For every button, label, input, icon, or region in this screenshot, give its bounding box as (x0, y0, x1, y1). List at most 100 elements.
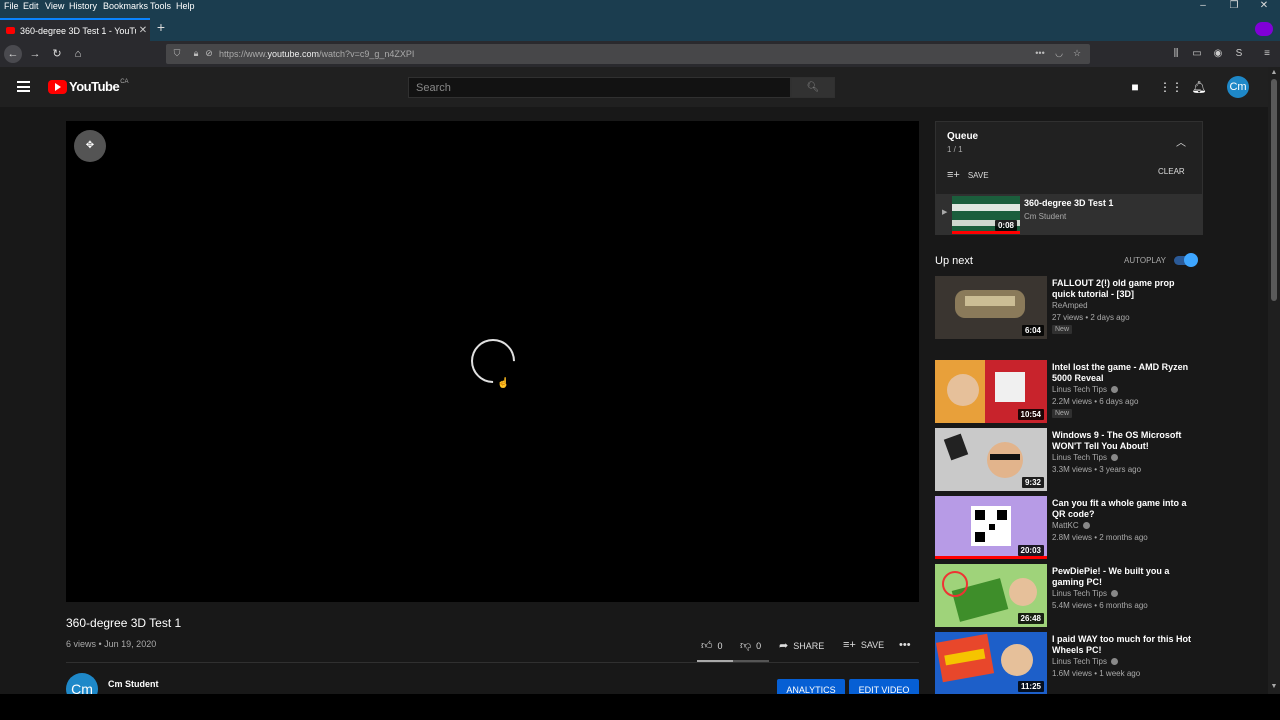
scroll-up-icon[interactable]: ▲ (1268, 69, 1280, 76)
bookmark-star-icon[interactable]: ☆ (1072, 48, 1082, 59)
verified-icon (1111, 454, 1118, 462)
url-text[interactable]: https://www.youtube.com/watch?v=c9_g_n4Z… (219, 49, 414, 59)
new-badge: New (1052, 325, 1073, 334)
search-input[interactable]: Search (408, 77, 791, 98)
share-button[interactable]: ➦ SHARE (779, 639, 824, 652)
playlist-add-icon: ≡+ (843, 639, 856, 651)
new-tab-button[interactable]: + (153, 19, 169, 39)
close-window-icon[interactable]: ✕ (1254, 0, 1274, 11)
queue-title: Queue (947, 131, 979, 142)
queue-panel: Queue 1 / 1 ︿ ≡+ SAVE CLEAR ▶ 0:08 360-de… (935, 121, 1203, 235)
edit-video-button[interactable]: EDIT VIDEO (849, 679, 919, 694)
lock-icon[interactable]: 🔒︎ (191, 48, 201, 59)
masthead: YouTube CA Search 🔍︎ ■ ⋮⋮ 🔔︎ Cm (0, 67, 1268, 107)
reload-icon[interactable]: ↻ (48, 45, 66, 63)
back-arrow-icon[interactable]: ← (4, 45, 22, 63)
thumbs-up-icon: 👍︎ (701, 640, 713, 652)
menu-help[interactable]: Help (176, 1, 195, 11)
tab-title: 360-degree 3D Test 1 - YouTube (20, 25, 136, 36)
verified-icon (1111, 658, 1118, 666)
more-actions-button[interactable]: ••• (899, 639, 916, 651)
scroll-down-icon[interactable]: ▼ (1268, 683, 1280, 690)
queue-item-thumbnail[interactable]: 0:08 (952, 196, 1020, 234)
minimize-icon[interactable]: – (1193, 0, 1213, 11)
library-icon[interactable]: ⫼ (1169, 47, 1183, 61)
page-actions-icon[interactable]: ••• (1035, 48, 1045, 59)
home-icon[interactable]: ⌂ (69, 45, 87, 63)
create-video-icon[interactable]: ■ (1127, 79, 1143, 95)
list-item[interactable]: 9:32 Windows 9 - The OS Microsoft WON'T … (935, 428, 1203, 492)
queue-clear-button[interactable]: CLEAR (1158, 167, 1185, 176)
analytics-button[interactable]: ANALYTICS (777, 679, 845, 694)
forward-arrow-icon[interactable]: → (26, 45, 44, 63)
menu-view[interactable]: View (45, 1, 64, 11)
autoplay-blocked-icon[interactable]: ⊘ (204, 48, 214, 59)
shield-icon[interactable]: ⛉ (172, 48, 182, 59)
video-thumbnail[interactable]: 26:48 (935, 564, 1047, 627)
private-browsing-icon (1255, 22, 1273, 36)
browser-tab[interactable]: 360-degree 3D Test 1 - YouTube ✕ (0, 18, 150, 41)
list-item[interactable]: 26:48 PewDiePie! - We built you a gaming… (935, 564, 1203, 628)
video-player[interactable]: ✥ ☝ (66, 121, 919, 602)
menu-tools[interactable]: Tools (150, 1, 171, 11)
channel-name[interactable]: Cm Student (108, 679, 159, 689)
notifications-bell-icon[interactable]: 🔔︎ (1191, 79, 1207, 95)
queue-item-title: 360-degree 3D Test 1 (1024, 198, 1114, 208)
avatar[interactable]: Cm (1227, 76, 1249, 98)
queue-save-button[interactable]: ≡+ SAVE (947, 169, 989, 181)
menu-bookmarks[interactable]: Bookmarks (103, 1, 148, 11)
list-item[interactable]: 20:03 Can you fit a whole game into a QR… (935, 496, 1203, 560)
save-button[interactable]: ≡+ SAVE (843, 639, 884, 651)
youtube-page: YouTube CA Search 🔍︎ ■ ⋮⋮ 🔔︎ Cm ✥ ☝ 360-… (0, 67, 1268, 694)
url-bar[interactable]: ⛉ 🔒︎ ⊘ https://www.youtube.com/watch?v=c… (166, 44, 1090, 64)
video-thumbnail[interactable]: 20:03 (935, 496, 1047, 559)
video-thumbnail[interactable]: 10:54 (935, 360, 1047, 423)
maximize-icon[interactable]: ❐ (1224, 0, 1244, 11)
autoplay-label: AUTOPLAY (1124, 256, 1166, 265)
page-scrollbar[interactable]: ▲ ▼ (1268, 67, 1280, 694)
queue-item[interactable]: ▶ 0:08 360-degree 3D Test 1 Cm Student (936, 194, 1202, 234)
up-next-label: Up next (935, 255, 973, 267)
scrollbar-thumb[interactable] (1271, 79, 1277, 301)
apps-grid-icon[interactable]: ⋮⋮ (1159, 79, 1183, 95)
playlist-add-icon: ≡+ (947, 169, 960, 181)
hand-cursor-icon: ☝ (497, 378, 510, 389)
video-title: 360-degree 3D Test 1 (66, 616, 182, 630)
thumbs-down-icon: 👎︎ (740, 640, 752, 652)
sidebar-icon[interactable]: ▭ (1190, 47, 1204, 61)
loading-spinner (461, 329, 525, 393)
duration-badge: 0:08 (994, 220, 1017, 231)
app-menu-icon[interactable]: ≡ (1260, 47, 1274, 61)
queue-item-channel: Cm Student (1024, 212, 1067, 221)
autoplay-toggle[interactable] (1174, 253, 1198, 267)
account-icon[interactable]: ◉ (1211, 47, 1225, 61)
video-thumbnail[interactable]: 6:04 (935, 276, 1047, 339)
new-badge: New (1052, 409, 1073, 418)
menu-history[interactable]: History (69, 1, 97, 11)
spherical-control-icon[interactable]: ✥ (74, 130, 106, 162)
guide-menu-icon[interactable] (17, 81, 30, 92)
video-thumbnail[interactable]: 9:32 (935, 428, 1047, 491)
menu-edit[interactable]: Edit (23, 1, 39, 11)
verified-icon (1111, 590, 1118, 598)
share-arrow-icon: ➦ (779, 640, 789, 652)
youtube-favicon-icon (6, 27, 15, 34)
list-item[interactable]: 10:54 Intel lost the game - AMD Ryzen 50… (935, 360, 1203, 424)
channel-avatar[interactable]: Cm (66, 673, 98, 694)
search-button[interactable]: 🔍︎ (791, 77, 835, 98)
pocket-icon[interactable]: ◡ (1054, 48, 1064, 59)
menu-file[interactable]: File (4, 1, 19, 11)
divider (66, 662, 919, 663)
tab-strip: 360-degree 3D Test 1 - YouTube ✕ + (0, 14, 1280, 41)
list-item[interactable]: 11:25 I paid WAY too much for this Hot W… (935, 632, 1203, 694)
queue-count: 1 / 1 (947, 145, 963, 154)
chevron-up-icon[interactable]: ︿ (1176, 134, 1186, 149)
list-item[interactable]: 6:04 FALLOUT 2(!) old game prop quick tu… (935, 276, 1203, 340)
extension-icon[interactable]: S (1232, 47, 1246, 61)
youtube-logo[interactable]: YouTube CA (48, 79, 129, 94)
dislike-button[interactable]: 👎︎ 0 (740, 639, 761, 652)
close-tab-icon[interactable]: ✕ (136, 25, 150, 36)
like-button[interactable]: 👍︎ 0 (701, 639, 723, 652)
video-thumbnail[interactable]: 11:25 (935, 632, 1047, 694)
youtube-play-icon (48, 79, 67, 94)
